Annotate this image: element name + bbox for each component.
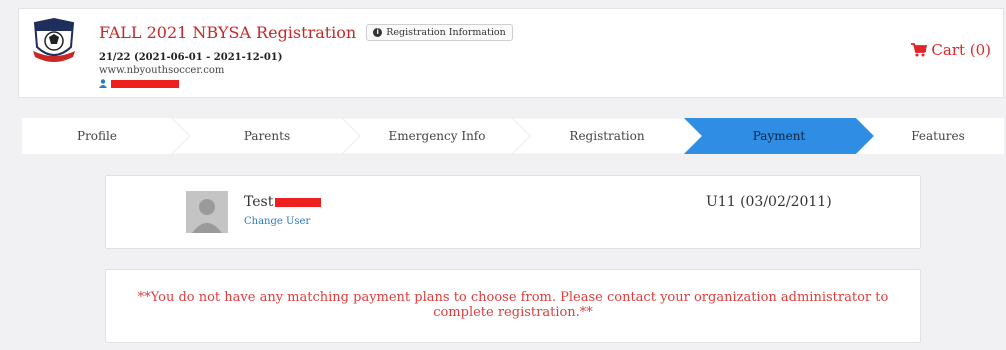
player-first-name: Test xyxy=(244,194,274,210)
cart-icon xyxy=(911,43,928,57)
step-parents[interactable]: Parents xyxy=(187,118,347,154)
step-payment[interactable]: Payment xyxy=(699,118,859,154)
age-group: U11 (03/02/2011) xyxy=(706,194,832,210)
registration-information-button[interactable]: i Registration Information xyxy=(366,24,513,41)
step-profile[interactable]: Profile xyxy=(22,118,172,154)
player-name: Test xyxy=(244,194,322,210)
step-features[interactable]: Features xyxy=(872,118,1004,154)
registration-steps: Profile Parents Emergency Info Registrat… xyxy=(22,118,1004,154)
cart-label: Cart (0) xyxy=(931,41,991,59)
change-user-link[interactable]: Change User xyxy=(244,216,310,227)
cart-button[interactable]: Cart (0) xyxy=(911,41,991,59)
info-icon: i xyxy=(373,28,383,37)
club-logo xyxy=(33,17,75,62)
no-payment-plans-message: **You do not have any matching payment p… xyxy=(137,290,889,320)
payment-message-card: **You do not have any matching payment p… xyxy=(105,269,921,343)
redacted-last-name xyxy=(275,197,322,207)
season-dates: 21/22 (2021-06-01 - 2021-12-01) xyxy=(99,52,283,63)
step-registration[interactable]: Registration xyxy=(527,118,687,154)
avatar-placeholder-icon xyxy=(186,191,228,233)
user-icon xyxy=(99,79,107,88)
website-link[interactable]: www.nbyouthsoccer.com xyxy=(99,65,224,76)
step-emergency-info[interactable]: Emergency Info xyxy=(357,118,517,154)
registration-header: FALL 2021 NBYSA Registration i Registrat… xyxy=(18,8,1004,98)
event-title[interactable]: FALL 2021 NBYSA Registration xyxy=(99,23,356,42)
registration-information-label: Registration Information xyxy=(386,27,506,38)
avatar xyxy=(186,191,228,233)
account-user xyxy=(99,79,179,88)
redacted-username xyxy=(111,79,179,88)
player-card: Test Change User U11 (03/02/2011) xyxy=(105,175,921,249)
